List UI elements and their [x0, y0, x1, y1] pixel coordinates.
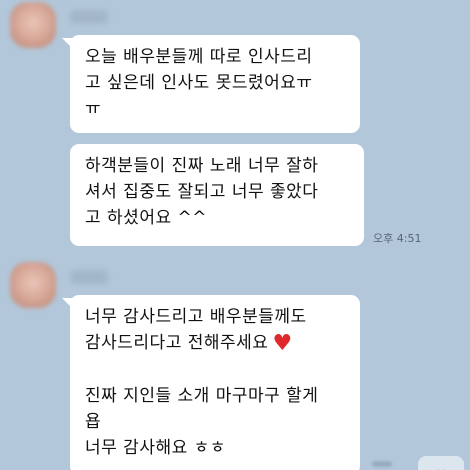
message-line: 오늘 배우분들께 따로 인사드리 [85, 47, 313, 67]
message-line: 진짜 지인들 소개 마구마구 할게 [85, 386, 319, 406]
message-timestamp: 오후 4:51 [373, 232, 422, 245]
sender-avatar[interactable] [10, 262, 56, 308]
sender-avatar[interactable] [10, 2, 56, 48]
sender-name-blurred [70, 270, 108, 284]
message-line: ㅠ [85, 99, 102, 119]
sender-name-blurred [70, 10, 108, 24]
message-bubble[interactable]: 너무 감사드리고 배우분들께도 감사드리다고 전해주세요 ♥ 진짜 지인들 소개 … [70, 295, 360, 470]
message-text: 감사드리다고 전해주세요 [85, 333, 269, 353]
message-line: 욥 [85, 412, 102, 432]
message-line: 고 싶은데 인사도 못드렸어요ㅠ [85, 73, 313, 93]
message-bubble[interactable]: 오늘 배우분들께 따로 인사드리 고 싶은데 인사도 못드렸어요ㅠ ㅠ [70, 35, 360, 133]
heart-emoji-icon: ♥ [272, 331, 293, 356]
chevron-down-icon: ⌄ [435, 461, 447, 470]
message-line: 하객분들이 진짜 노래 너무 잘하 [85, 156, 319, 176]
message-line: 너무 감사드리고 배우분들께도 [85, 307, 307, 327]
message-line: 너무 감사해요 ㅎㅎ [85, 438, 226, 458]
message-bubble[interactable]: 하객분들이 진짜 노래 너무 잘하 셔서 집중도 잘되고 너무 좋았다 고 하셨… [70, 144, 364, 246]
message-line: 고 하셨어요 ^^ [85, 208, 207, 228]
message-line: 감사드리다고 전해주세요 ♥ [85, 330, 345, 357]
message-line: 셔서 집중도 잘되고 너무 좋았다 [85, 182, 319, 202]
message-timestamp-partial [372, 461, 392, 467]
scroll-to-bottom-button[interactable]: ⌄ [418, 456, 464, 470]
